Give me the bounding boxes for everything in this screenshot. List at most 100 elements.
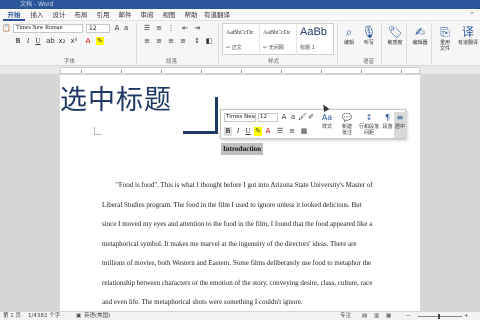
- edit-button[interactable]: ⌕ 编辑: [338, 24, 360, 56]
- font-size-select[interactable]: 12: [86, 24, 110, 33]
- word-count[interactable]: 1/4382 个字: [28, 312, 60, 320]
- proofing-icon[interactable]: ▣: [76, 312, 81, 320]
- style-heading-1[interactable]: AaBb 标题 1: [297, 24, 334, 55]
- mini-highlight-icon[interactable]: ✎: [254, 127, 262, 136]
- dictate-button[interactable]: 🎙 听写: [358, 24, 380, 56]
- ribbon-tabs: 开始 插入 设计 布局 引用 邮件 审阅 视图 帮助 有道翻译 ⌃: [0, 9, 480, 21]
- horizontal-ruler[interactable]: [0, 66, 480, 75]
- zoom-slider-handle[interactable]: [438, 314, 440, 319]
- paragraph-group-label: 段落: [166, 59, 178, 65]
- reuse-label: 重用 文件: [439, 40, 450, 52]
- ribbon-collapse-icon[interactable]: ⌃: [467, 11, 477, 19]
- mini-toolbar: Times New 12 A a 🖌 ✐ B I U ✎ A ☰ ≡ ▦ Aa …: [220, 109, 406, 139]
- styles-gallery: AaBbCcDc ↵ 正文 AaBbCcDc ↵ 无间隔 AaBb 标题 1: [222, 23, 334, 55]
- tab-home[interactable]: 开始: [3, 9, 25, 21]
- tab-insert[interactable]: 插入: [26, 9, 48, 21]
- tab-review[interactable]: 审阅: [136, 9, 158, 21]
- body-paragraph[interactable]: "Food is food". This is what I thought b…: [102, 179, 402, 316]
- tab-references[interactable]: 引用: [92, 9, 114, 21]
- mini-comment-label: 新建 批注: [341, 124, 352, 136]
- subscript-icon[interactable]: x₂: [58, 37, 66, 45]
- mini-clear-format-icon[interactable]: ✐: [307, 113, 315, 122]
- style-normal[interactable]: AaBbCcDc ↵ 正文: [223, 24, 260, 55]
- zoom-slider[interactable]: [418, 316, 462, 317]
- mini-italic-icon[interactable]: I: [234, 127, 242, 136]
- web-layout-icon[interactable]: ▦: [386, 312, 391, 320]
- paste-icon[interactable]: 📋: [2, 24, 11, 32]
- decrease-indent-icon[interactable]: ⇤: [180, 24, 190, 32]
- translate-button[interactable]: 译 有道翻译: [457, 24, 479, 56]
- mini-line-spacing-button[interactable]: ↕ 行和段落 间距: [357, 112, 381, 138]
- mini-grow-font-icon[interactable]: A: [280, 113, 288, 122]
- superscript-icon[interactable]: x²: [70, 37, 78, 45]
- mini-center-label: 居中: [394, 124, 405, 130]
- shrink-font-icon[interactable]: a: [122, 24, 130, 32]
- mini-font-color-icon[interactable]: A: [264, 127, 272, 136]
- window-title: 文档 - Word: [20, 1, 54, 8]
- strikethrough-icon[interactable]: ab: [46, 37, 55, 45]
- ruler-tick: [281, 70, 282, 73]
- bullets-icon[interactable]: ☰: [142, 24, 152, 32]
- tab-view[interactable]: 视图: [158, 9, 180, 21]
- numbering-icon[interactable]: ≡: [154, 24, 164, 32]
- tab-youdao[interactable]: 有道翻译: [202, 9, 232, 21]
- mini-styles-gallery-icon[interactable]: ▦: [300, 127, 308, 136]
- reuse-files-button[interactable]: ⎘ 重用 文件: [434, 24, 456, 56]
- mini-center-button[interactable]: ≡ 居中: [394, 112, 406, 138]
- tab-layout[interactable]: 布局: [70, 9, 92, 21]
- mini-format-painter-icon[interactable]: 🖌: [298, 113, 307, 122]
- mini-paragraph-label: 段落: [382, 124, 393, 130]
- zoom-in-icon[interactable]: +: [464, 312, 469, 320]
- page-indicator[interactable]: 第 1 页: [3, 312, 21, 320]
- print-layout-icon[interactable]: ▥: [374, 312, 379, 320]
- mini-new-comment-button[interactable]: 💬 新建 批注: [337, 112, 357, 138]
- mini-bullets-icon[interactable]: ☰: [276, 127, 284, 136]
- italic-icon[interactable]: I: [24, 37, 32, 45]
- read-mode-icon[interactable]: ▤: [362, 312, 367, 320]
- style-no-spacing[interactable]: AaBbCcDc ↵ 无间隔: [260, 24, 297, 55]
- font-group-label: 字体: [64, 59, 76, 65]
- line-spacing-icon[interactable]: ↕: [192, 37, 202, 45]
- font-color-icon[interactable]: A: [84, 37, 92, 45]
- shading-icon[interactable]: ◧: [204, 37, 214, 45]
- editor-button[interactable]: ✍ 编辑器: [409, 24, 431, 56]
- tab-design[interactable]: 设计: [48, 9, 70, 21]
- align-left-icon[interactable]: ≡: [142, 37, 152, 45]
- selected-heading[interactable]: 选中标题: [60, 85, 172, 117]
- mini-underline-icon[interactable]: U: [244, 127, 252, 136]
- align-center-icon[interactable]: ≡: [154, 37, 164, 45]
- multilevel-list-icon[interactable]: ⋮: [166, 24, 176, 32]
- tab-mailings[interactable]: 邮件: [114, 9, 136, 21]
- mini-font-select[interactable]: Times New: [224, 113, 256, 122]
- tab-help[interactable]: 帮助: [180, 9, 202, 21]
- mini-numbering-icon[interactable]: ≡: [288, 127, 296, 136]
- highlight-icon[interactable]: ✎: [96, 37, 104, 45]
- align-right-icon[interactable]: ≡: [166, 37, 176, 45]
- sensitivity-button[interactable]: 🏷 敏感度: [384, 24, 406, 56]
- sensitivity-icon: 🏷: [387, 25, 403, 39]
- increase-indent-icon[interactable]: ⇥: [192, 24, 202, 32]
- mini-styles-button[interactable]: Aa 样式: [317, 112, 337, 138]
- style-sample: AaBbCcDc: [263, 30, 291, 36]
- font-name-select[interactable]: Times New Roman: [13, 24, 83, 33]
- style-name: ↵ 无间隔: [263, 45, 284, 51]
- translate-icon: 译: [461, 25, 474, 39]
- style-sample: AaBb: [300, 26, 327, 38]
- mini-spacing-label: 行和段落 间距: [358, 124, 379, 136]
- bold-icon[interactable]: B: [14, 37, 22, 45]
- mini-shrink-font-icon[interactable]: a: [289, 113, 297, 122]
- zoom-out-icon[interactable]: −: [406, 312, 411, 320]
- mini-bold-icon[interactable]: B: [224, 127, 232, 136]
- mini-size-select[interactable]: 12: [258, 113, 278, 122]
- title-bar: 文档 - Word: [0, 0, 480, 9]
- justify-icon[interactable]: ≡: [178, 37, 188, 45]
- language-indicator[interactable]: 英语(美国): [84, 312, 110, 320]
- paragraph-line: Liberal Studies program. The food in the…: [102, 200, 362, 209]
- ruler-tick: [401, 70, 402, 73]
- paragraph-icon: ¶: [384, 113, 391, 122]
- focus-mode-button[interactable]: 专注: [340, 312, 351, 320]
- mini-paragraph-button[interactable]: ¶ 段落: [381, 112, 394, 138]
- underline-icon[interactable]: U: [34, 37, 42, 45]
- selected-intro-heading[interactable]: Introduction: [221, 143, 263, 155]
- grow-font-icon[interactable]: A: [113, 24, 121, 32]
